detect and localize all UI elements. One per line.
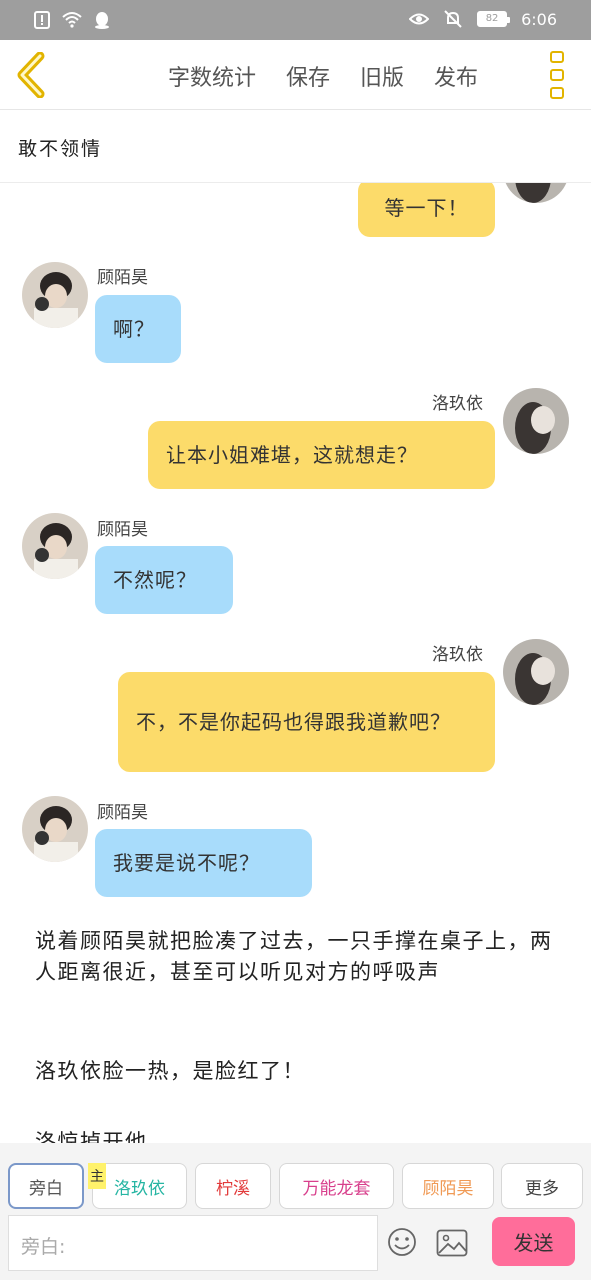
role-chip-more[interactable]: 更多 (501, 1163, 583, 1209)
message-bubble[interactable]: 不，不是你起码也得跟我道歉吧？ (118, 672, 495, 772)
narration-paragraph[interactable]: 洛惊掉开他 (35, 1127, 560, 1143)
qq-icon (95, 12, 109, 29)
publish-button[interactable]: 发布 (434, 60, 478, 92)
narration-paragraph[interactable]: 洛玖依脸一热，是脸红了！ (35, 1056, 560, 1087)
chapter-title-bar: 敢不领情 (0, 110, 591, 183)
main-character-tag: 主 (88, 1163, 106, 1189)
top-navigation-bar: 字数统计 保存 旧版 发布 (0, 40, 591, 110)
role-chip-aside[interactable]: 旁白 (8, 1163, 84, 1209)
emoji-icon[interactable] (387, 1227, 417, 1257)
role-chip-ningxi[interactable]: 柠溪 (195, 1163, 271, 1209)
sender-name: 洛玖依 (432, 645, 483, 665)
avatar-gumohao (22, 262, 88, 328)
message-bubble[interactable]: 啊？ (95, 295, 181, 363)
word-count-button[interactable]: 字数统计 (168, 60, 256, 92)
more-menu-icon[interactable] (550, 51, 568, 99)
sender-name: 顾陌昊 (97, 520, 148, 540)
avatar-luojiuyi (503, 388, 569, 454)
notification-alert-icon (34, 11, 50, 29)
status-time: 6:06 (521, 9, 557, 29)
back-arrow-icon[interactable] (14, 52, 50, 98)
role-chip-gumohao[interactable]: 顾陌昊 (402, 1163, 494, 1209)
chat-content-area[interactable]: 等一下！ 顾陌昊 啊？ 洛玖依 让本小姐难堪，这就想走？ 顾陌昊 不然呢？ 洛玖… (0, 183, 591, 1143)
sender-name: 顾陌昊 (97, 268, 148, 288)
editor-toolbar: 字数统计 保存 旧版 发布 (168, 60, 478, 92)
avatar-gumohao (22, 513, 88, 579)
eye-icon (409, 13, 430, 25)
status-left-icons (32, 10, 112, 30)
message-bubble[interactable]: 我要是说不呢？ (95, 829, 312, 897)
avatar-gumohao (22, 796, 88, 862)
battery-indicator: 82 (477, 11, 511, 27)
message-bubble[interactable]: 不然呢？ (95, 546, 233, 614)
wifi-icon (62, 12, 82, 28)
save-button[interactable]: 保存 (286, 60, 330, 92)
old-version-button[interactable]: 旧版 (360, 60, 404, 92)
image-icon[interactable] (436, 1229, 468, 1257)
avatar-luojiuyi (503, 183, 569, 203)
send-button[interactable]: 发送 (492, 1217, 575, 1266)
mute-bell-icon (444, 10, 462, 28)
status-bar: 82 6:06 (0, 0, 591, 40)
chapter-title[interactable]: 敢不领情 (18, 134, 102, 161)
message-bubble[interactable]: 让本小姐难堪，这就想走？ (148, 421, 495, 489)
sender-name: 顾陌昊 (97, 803, 148, 823)
role-chip-luojiuyi[interactable]: 洛玖依 (92, 1163, 187, 1209)
narration-paragraph[interactable]: 说着顾陌昊就把脸凑了过去，一只手撑在桌子上，两人距离很近，甚至可以听见对方的呼吸… (35, 926, 560, 988)
avatar-luojiuyi (503, 639, 569, 705)
message-input[interactable]: 旁白: (8, 1215, 378, 1271)
message-bubble[interactable]: 等一下！ (358, 183, 495, 237)
input-panel: 旁白 洛玖依 柠溪 万能龙套 顾陌昊 更多 主 旁白: 发送 (0, 1143, 591, 1280)
role-chip-wanneng-longtao[interactable]: 万能龙套 (279, 1163, 394, 1209)
status-right-icons: 82 6:06 (409, 9, 557, 29)
sender-name: 洛玖依 (432, 394, 483, 414)
